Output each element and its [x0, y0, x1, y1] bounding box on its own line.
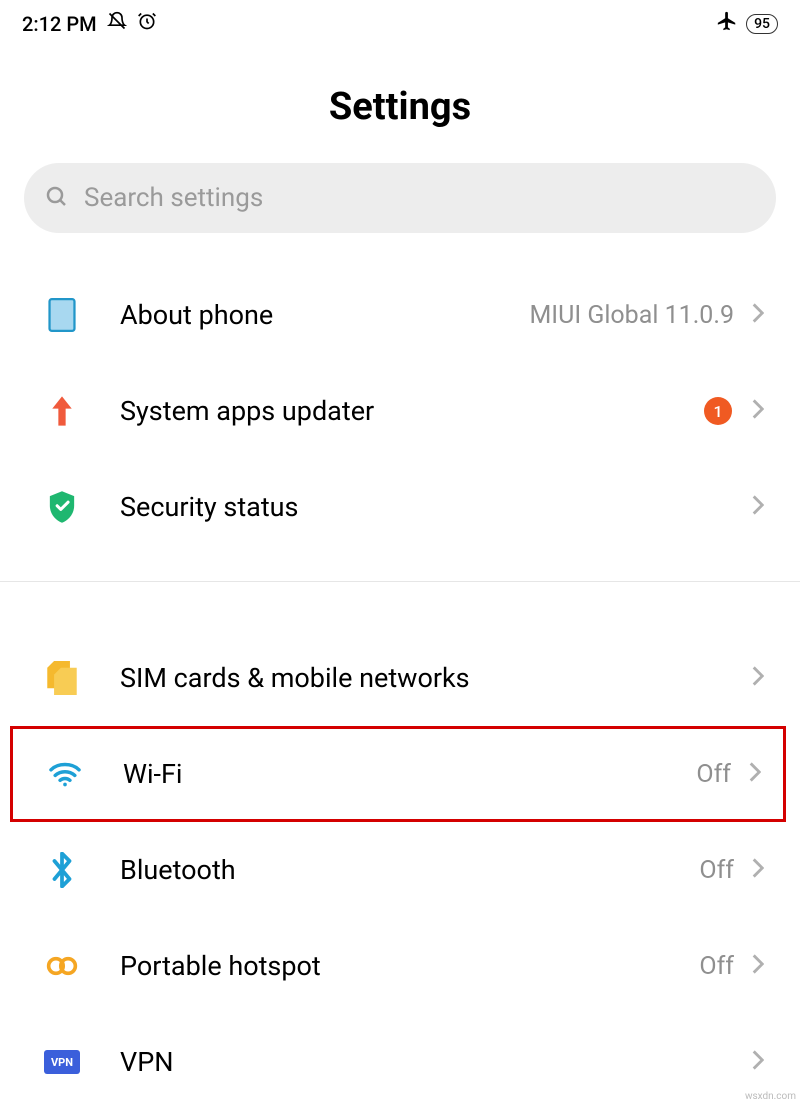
dnd-mute-icon [107, 11, 127, 36]
chevron-right-icon [752, 399, 764, 423]
item-label: VPN [120, 1046, 752, 1078]
item-label: Wi-Fi [123, 758, 696, 790]
item-value: Off [699, 952, 734, 981]
search-bar[interactable]: Search settings [24, 163, 776, 233]
settings-item-about-phone[interactable]: About phone MIUI Global 11.0.9 [0, 267, 800, 363]
notification-badge: 1 [704, 397, 732, 425]
svg-text:VPN: VPN [51, 1056, 73, 1069]
chevron-right-icon [752, 495, 764, 519]
airplane-mode-icon [716, 10, 738, 37]
bluetooth-icon [44, 852, 80, 888]
shield-icon [44, 489, 80, 525]
page-title: Settings [0, 85, 800, 129]
sim-card-icon [44, 660, 80, 696]
settings-item-system-apps-updater[interactable]: System apps updater 1 [0, 363, 800, 459]
item-value: MIUI Global 11.0.9 [529, 301, 734, 330]
chevron-right-icon [752, 1050, 764, 1074]
settings-item-sim[interactable]: SIM cards & mobile networks [0, 630, 800, 726]
search-placeholder: Search settings [84, 183, 263, 213]
settings-item-portable-hotspot[interactable]: Portable hotspot Off [0, 918, 800, 1014]
settings-list: About phone MIUI Global 11.0.9 System ap… [0, 267, 800, 1110]
item-value: Off [699, 856, 734, 885]
settings-item-wifi[interactable]: Wi-Fi Off [10, 726, 786, 822]
phone-icon [44, 297, 80, 333]
wifi-icon [47, 756, 83, 792]
item-label: Security status [120, 491, 752, 523]
watermark: wsxdn.com [745, 1091, 796, 1102]
settings-item-security-status[interactable]: Security status [0, 459, 800, 555]
item-label: Portable hotspot [120, 950, 699, 982]
search-icon [44, 184, 68, 212]
item-label: System apps updater [120, 395, 704, 427]
item-value: Off [696, 760, 731, 789]
chevron-right-icon [752, 666, 764, 690]
update-arrow-icon [44, 393, 80, 429]
status-time: 2:12 PM [22, 12, 97, 36]
settings-item-bluetooth[interactable]: Bluetooth Off [0, 822, 800, 918]
chevron-right-icon [752, 858, 764, 882]
vpn-icon: VPN [44, 1044, 80, 1080]
alarm-icon [137, 11, 157, 36]
chevron-right-icon [752, 954, 764, 978]
status-bar-right: 95 [716, 10, 778, 37]
item-label: Bluetooth [120, 854, 699, 886]
battery-indicator: 95 [746, 14, 778, 34]
section-divider [0, 581, 800, 582]
item-label: About phone [120, 299, 529, 331]
hotspot-icon [44, 948, 80, 984]
item-label: SIM cards & mobile networks [120, 662, 752, 694]
chevron-right-icon [752, 303, 764, 327]
chevron-right-icon [749, 762, 761, 786]
settings-item-vpn[interactable]: VPN VPN [0, 1014, 800, 1110]
status-bar: 2:12 PM 95 [0, 0, 800, 41]
status-bar-left: 2:12 PM [22, 11, 157, 36]
